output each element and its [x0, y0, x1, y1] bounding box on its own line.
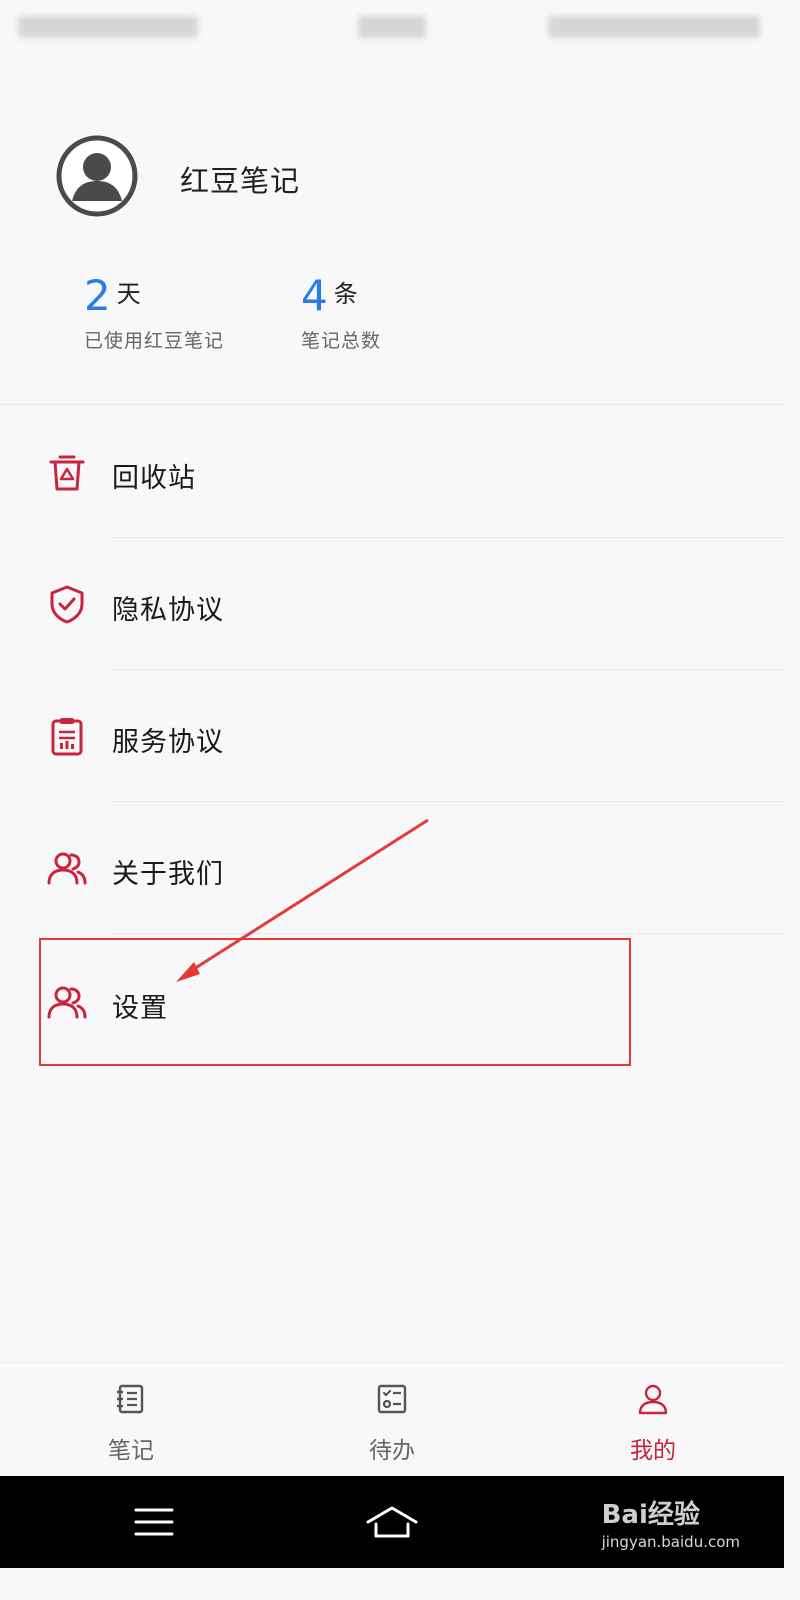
avatar-icon: [56, 135, 138, 217]
divider: [112, 933, 784, 934]
hamburger-icon: [134, 1508, 174, 1536]
status-battery-blurred: [548, 16, 760, 38]
status-time-blurred: [358, 16, 426, 38]
stat-note-count: 4条 笔记总数: [301, 272, 381, 353]
menu-item-about-us[interactable]: 关于我们: [0, 802, 784, 934]
stat-notes-value: 4: [301, 271, 328, 320]
stat-days-value: 2: [84, 271, 111, 320]
menu-item-recycle-bin[interactable]: 回收站: [0, 406, 784, 538]
tab-notes[interactable]: 笔记: [31, 1363, 231, 1477]
checklist-icon: [376, 1383, 408, 1415]
shield-check-icon: [46, 583, 88, 625]
tab-label: 我的: [630, 1438, 676, 1464]
menu-item-label: 服务协议: [112, 727, 224, 758]
menu-button[interactable]: [134, 1504, 174, 1540]
tab-label: 待办: [369, 1438, 415, 1464]
menu-item-service-agreement[interactable]: 服务协议: [0, 670, 784, 802]
home-icon: [366, 1506, 418, 1538]
status-bar: [0, 0, 784, 56]
notebook-icon: [115, 1383, 147, 1415]
section-divider: [0, 404, 784, 405]
tab-mine[interactable]: 我的: [553, 1363, 753, 1477]
stat-days-used: 2天 已使用红豆笔记: [84, 272, 224, 353]
watermark: Bai经验 jingyan.baidu.com: [602, 1494, 740, 1551]
bottom-tab-bar: 笔记 待办 我的: [0, 1362, 784, 1477]
watermark-url: jingyan.baidu.com: [601, 1533, 740, 1551]
person-icon: [637, 1383, 669, 1415]
recycle-bin-icon: [46, 451, 88, 493]
users-icon: [46, 847, 88, 889]
menu-item-label: 回收站: [112, 463, 196, 494]
tab-todo[interactable]: 待办: [292, 1363, 492, 1477]
avatar[interactable]: [56, 135, 138, 217]
annotation-highlight-box: [39, 938, 631, 1066]
menu-item-label: 隐私协议: [112, 595, 224, 626]
tab-label: 笔记: [108, 1438, 154, 1464]
clipboard-document-icon: [46, 715, 88, 757]
app-name: 红豆笔记: [180, 164, 301, 198]
stat-days-label: 已使用红豆笔记: [84, 330, 225, 352]
screen: 红豆笔记 2天 已使用红豆笔记 4条 笔记总数 回收站 隐私协议 服务协议 关于…: [0, 0, 784, 1568]
watermark-brand: Bai经验: [601, 1500, 700, 1530]
stat-days-unit: 天: [116, 280, 141, 308]
status-signal-blurred: [18, 16, 198, 38]
stat-notes-unit: 条: [333, 280, 358, 308]
menu-item-label: 关于我们: [112, 859, 224, 890]
system-nav-bar: Bai经验 jingyan.baidu.com: [0, 1476, 784, 1568]
home-button[interactable]: [366, 1504, 418, 1540]
menu-item-privacy-policy[interactable]: 隐私协议: [0, 538, 784, 670]
stat-notes-label: 笔记总数: [301, 330, 382, 352]
